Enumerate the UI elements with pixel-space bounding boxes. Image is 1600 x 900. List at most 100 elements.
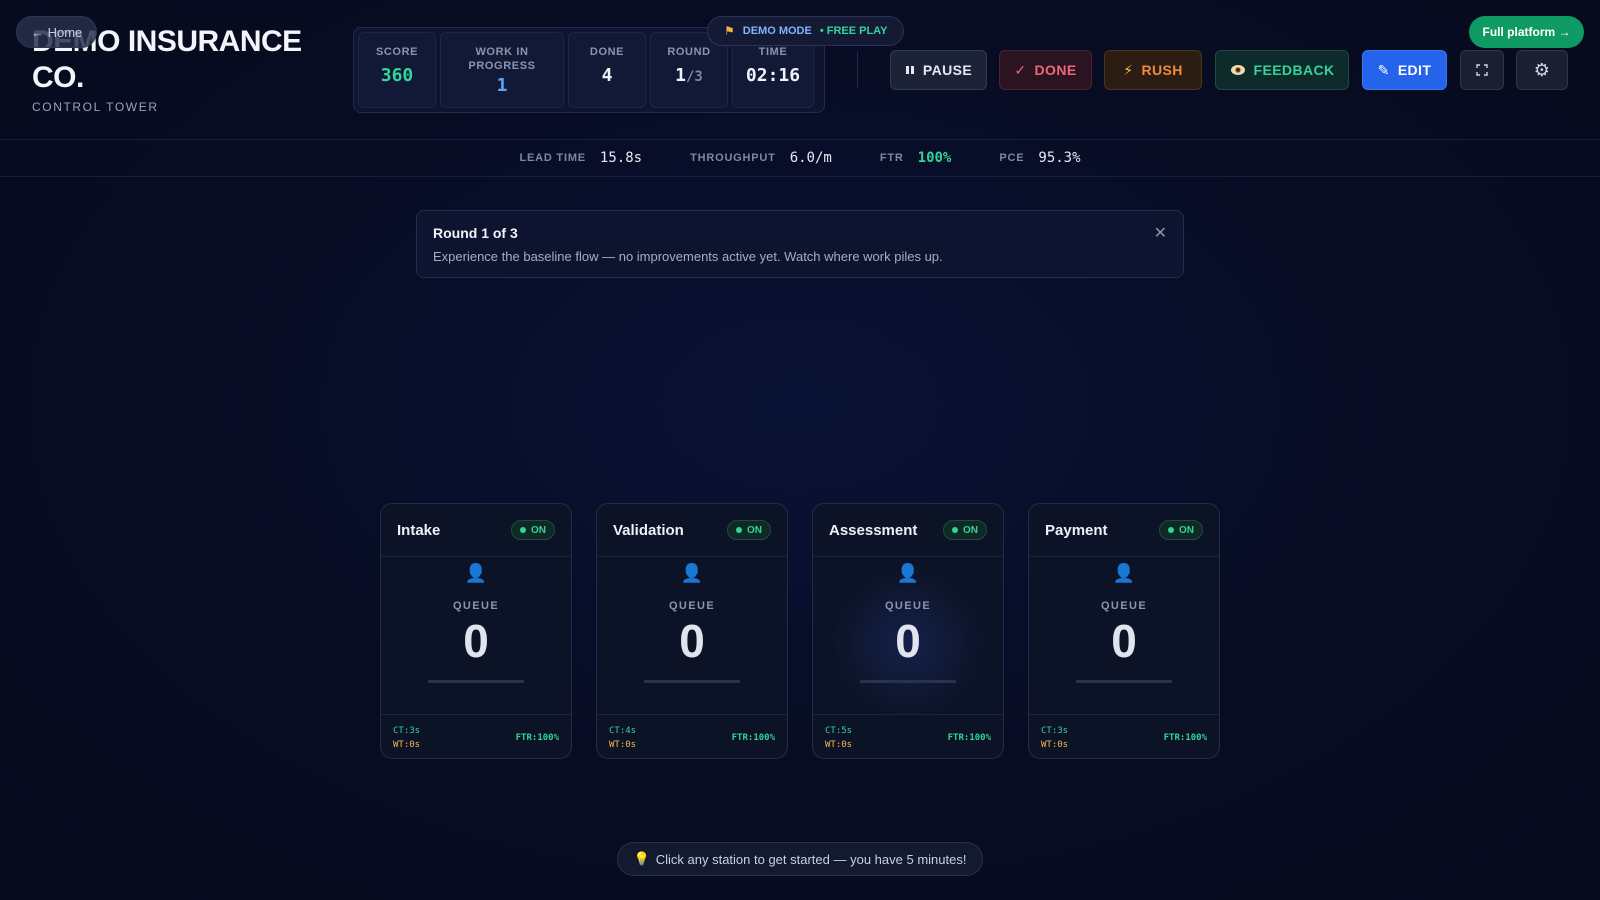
full-platform-label: Full platform → <box>1482 25 1571 39</box>
wait-time: WT:0s <box>825 739 853 750</box>
metric-value: 6.0/m <box>789 150 832 166</box>
edit-button[interactable]: ✎ EDIT <box>1362 50 1447 90</box>
feedback-button[interactable]: FEEDBACK <box>1215 50 1349 90</box>
stat-done: DONE 4 <box>568 32 646 108</box>
station-header: Validation ON <box>597 504 787 557</box>
metric-label: THROUGHPUT <box>690 152 776 164</box>
station-footer: CT:3s WT:0s FTR:100% <box>1029 714 1219 758</box>
stat-done-label: DONE <box>589 46 625 58</box>
station-validation[interactable]: Validation ON 👤 QUEUE 0 CT:4s WT:0s FTR:… <box>596 503 788 759</box>
station-status: ON <box>747 524 762 536</box>
full-platform-button[interactable]: Full platform → <box>1469 16 1584 48</box>
rush-button[interactable]: ⚡ RUSH <box>1104 50 1202 90</box>
round-banner-title: Round 1 of 3 <box>433 225 518 241</box>
lightning-icon: ⚡ <box>1123 61 1134 78</box>
status-dot-icon <box>520 527 526 533</box>
metric-pce: PCE 95.3% <box>999 150 1080 166</box>
metric-ftr: FTR 100% <box>880 150 952 166</box>
stat-score-label: SCORE <box>375 46 419 58</box>
station-assessment[interactable]: Assessment ON 👤 QUEUE 0 CT:5s WT:0s FTR:… <box>812 503 1004 759</box>
feedback-button-label: FEEDBACK <box>1253 62 1335 78</box>
wait-time: WT:0s <box>393 739 421 750</box>
station-name: Assessment <box>829 521 918 539</box>
queue-value: 0 <box>1111 615 1137 667</box>
stat-round-total: /3 <box>685 69 703 85</box>
station-payment[interactable]: Payment ON 👤 QUEUE 0 CT:3s WT:0s FTR:100… <box>1028 503 1220 759</box>
person-icon: 👤 <box>464 563 488 583</box>
home-button[interactable]: ← Home <box>16 16 98 48</box>
station-ftr: FTR:100% <box>731 732 775 743</box>
stat-wip-label: WORK IN PROGRESS <box>468 46 536 72</box>
station-name: Validation <box>613 521 684 539</box>
cycle-time: CT:4s <box>609 725 637 736</box>
stat-time-label: TIME <box>758 46 788 58</box>
stat-score-value: 360 <box>380 65 414 86</box>
queue-bar <box>1076 680 1172 683</box>
fullscreen-button[interactable] <box>1460 50 1504 90</box>
station-status: ON <box>963 524 978 536</box>
pause-button[interactable]: PAUSE <box>890 50 987 90</box>
demo-mode-badge: ⚑ DEMO MODE • FREE PLAY <box>707 16 905 46</box>
station-footer: CT:3s WT:0s FTR:100% <box>381 714 571 758</box>
station-header: Payment ON <box>1029 504 1219 557</box>
metrics-bar: LEAD TIME 15.8s THROUGHPUT 6.0/m FTR 100… <box>0 140 1600 177</box>
queue-label: QUEUE <box>884 600 932 612</box>
edit-button-label: EDIT <box>1397 62 1432 78</box>
station-body: 👤 QUEUE 0 <box>813 557 1003 714</box>
station-intake[interactable]: Intake ON 👤 QUEUE 0 CT:3s WT:0s FTR:100% <box>380 503 572 759</box>
queue-label: QUEUE <box>668 600 716 612</box>
free-play-label: • FREE PLAY <box>819 25 888 37</box>
queue-label: QUEUE <box>1100 600 1148 612</box>
close-icon[interactable]: ✕ <box>1154 223 1167 243</box>
station-toggle[interactable]: ON <box>511 520 555 540</box>
stat-round-value: 1/3 <box>675 65 703 86</box>
stat-done-value: 4 <box>601 65 613 86</box>
eye-icon <box>1230 65 1245 75</box>
metric-throughput: THROUGHPUT 6.0/m <box>690 150 832 166</box>
station-header: Assessment ON <box>813 504 1003 557</box>
expand-icon <box>1476 64 1488 76</box>
pencil-icon: ✎ <box>1377 61 1390 78</box>
queue-label: QUEUE <box>452 600 500 612</box>
home-button-label: ← Home <box>31 24 83 40</box>
station-body: 👤 QUEUE 0 <box>1029 557 1219 714</box>
done-button-label: DONE <box>1034 62 1077 78</box>
station-ftr: FTR:100% <box>947 732 991 743</box>
station-body: 👤 QUEUE 0 <box>381 557 571 714</box>
station-name: Intake <box>397 521 441 539</box>
cycle-time: CT:5s <box>825 725 853 736</box>
lightbulb-icon: 💡 <box>633 851 650 866</box>
station-status: ON <box>1179 524 1194 536</box>
station-footer: CT:5s WT:0s FTR:100% <box>813 714 1003 758</box>
station-ftr: FTR:100% <box>515 732 559 743</box>
station-toggle[interactable]: ON <box>727 520 771 540</box>
metric-label: FTR <box>879 152 904 164</box>
rush-button-label: RUSH <box>1141 62 1183 78</box>
queue-bar <box>644 680 740 683</box>
station-toggle[interactable]: ON <box>1159 520 1203 540</box>
queue-value: 0 <box>679 615 705 667</box>
cycle-time: CT:3s <box>1041 725 1069 736</box>
queue-value: 0 <box>463 615 489 667</box>
metric-label: LEAD TIME <box>519 152 586 164</box>
stat-score: SCORE 360 <box>358 32 436 108</box>
pause-icon <box>905 66 914 74</box>
metric-value: 95.3% <box>1038 150 1081 166</box>
done-button[interactable]: ✓ DONE <box>999 50 1092 90</box>
person-icon: 👤 <box>1112 563 1136 583</box>
stat-time-value: 02:16 <box>745 65 801 86</box>
gear-icon: ⚙ <box>1533 59 1551 80</box>
metric-value: 100% <box>917 150 952 166</box>
wait-time: WT:0s <box>1041 739 1069 750</box>
pause-button-label: PAUSE <box>922 62 973 78</box>
cycle-time: CT:3s <box>393 725 421 736</box>
status-dot-icon <box>736 527 742 533</box>
station-toggle[interactable]: ON <box>943 520 987 540</box>
station-header: Intake ON <box>381 504 571 557</box>
station-footer: CT:4s WT:0s FTR:100% <box>597 714 787 758</box>
round-banner: Round 1 of 3 Experience the baseline flo… <box>416 210 1184 278</box>
stat-round-current: 1 <box>675 65 686 86</box>
settings-button[interactable]: ⚙ <box>1516 50 1568 90</box>
person-icon: 👤 <box>896 563 920 583</box>
stat-wip: WORK IN PROGRESS 1 <box>440 32 564 108</box>
